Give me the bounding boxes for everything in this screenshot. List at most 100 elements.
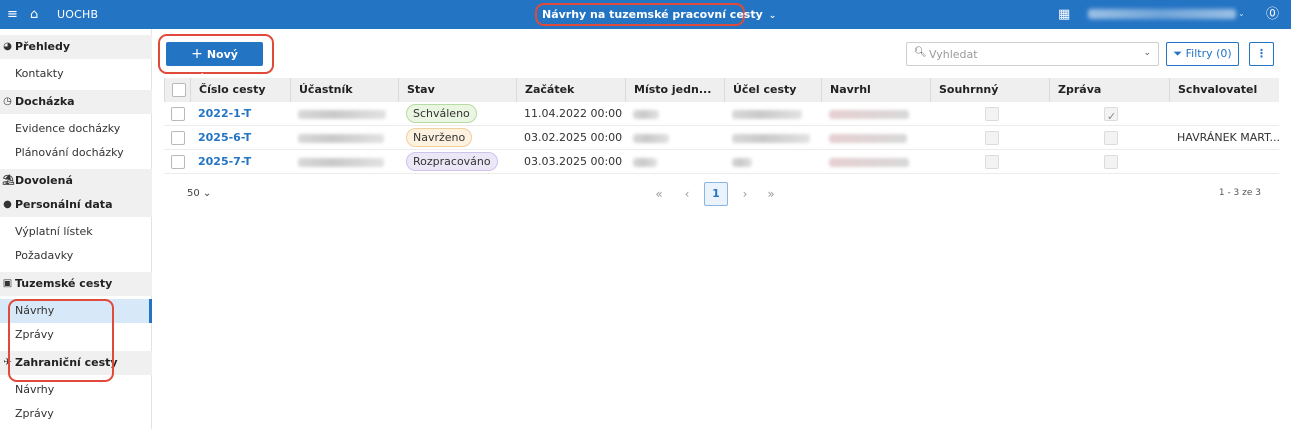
hamburger-icon[interactable]: ≡ [7, 7, 18, 22]
sidebar-section-tuzemske-cesty[interactable]: ▣ Tuzemské cesty [0, 272, 152, 296]
chevron-down-icon: ⌄ [202, 188, 212, 199]
column-header-ucastnik[interactable]: Účastník [290, 78, 398, 102]
page-size-select[interactable]: 50 ⌄ [187, 188, 211, 199]
app-name[interactable]: UOCHB [57, 8, 98, 21]
column-header-cislo-cesty[interactable]: Číslo cesty [190, 78, 290, 102]
more-options-button[interactable]: ⋮ [1249, 42, 1274, 66]
pagination: 50 ⌄ « ‹ 1 › » 1 - 3 ze 3 [164, 180, 1279, 208]
pie-chart-icon: ◕ [3, 41, 12, 52]
status-badge: Schváleno [406, 104, 477, 123]
sidebar-section-dovolena[interactable]: ⛱ Dovolená [0, 169, 152, 193]
clock-icon: ◷ [3, 96, 12, 107]
row-checkbox[interactable] [171, 107, 185, 121]
status-badge: Navrženo [406, 128, 473, 147]
sidebar-item-pozadavky[interactable]: Požadavky [0, 244, 152, 268]
sidebar-section-zahranicni-cesty[interactable]: ✈ Zahraniční cesty [0, 351, 152, 375]
summary-checkbox [985, 131, 999, 145]
sidebar-item-zahranicni-navrhy[interactable]: Návrhy [0, 378, 152, 402]
redacted-text [633, 109, 659, 119]
redacted-text [633, 133, 669, 143]
column-header-ucel-cesty[interactable]: Účel cesty [724, 78, 821, 102]
sidebar-item-evidence-dochazky[interactable]: Evidence docházky [0, 117, 152, 141]
column-header-schvalovatel[interactable]: Schvalovatel [1169, 78, 1279, 102]
place-redacted [625, 150, 724, 174]
chevron-down-icon[interactable]: ⌄ [1238, 9, 1245, 18]
report-cell: ✓ [1049, 102, 1169, 126]
filter-button[interactable]: ⏷ Filtry (0) [1166, 42, 1239, 66]
plus-icon: + [191, 46, 203, 62]
chevron-down-icon[interactable]: ⌄ [1143, 48, 1151, 58]
report-checkbox: ✓ [1104, 107, 1118, 123]
proposer-redacted [821, 102, 930, 126]
report-checkbox [1104, 155, 1118, 169]
first-page-icon[interactable]: « [647, 182, 671, 206]
approver: HAVRÁNEK MART... [1177, 131, 1279, 144]
search-input[interactable] [929, 43, 1129, 65]
place-redacted [625, 126, 724, 150]
pagination-info: 1 - 3 ze 3 [1218, 188, 1261, 198]
redacted-text [829, 157, 909, 167]
column-header-zprava[interactable]: Zpráva [1049, 78, 1169, 102]
table-header-row: Číslo cesty Účastník Stav Začátek Místo … [164, 78, 1279, 102]
row-checkbox[interactable] [171, 155, 185, 169]
table-row[interactable]: 2025-6-T Navrženo 03.02.2025 00:00 HAVRÁ… [164, 126, 1279, 150]
column-header-navrhl[interactable]: Navrhl [821, 78, 930, 102]
column-header-zacatek[interactable]: Začátek [516, 78, 625, 102]
redacted-text [298, 157, 384, 167]
new-record-button[interactable]: +Nový záznam [166, 42, 263, 85]
row-select-cell [164, 102, 190, 126]
chevron-down-icon: ⌄ [768, 11, 777, 21]
page-button-current[interactable]: 1 [704, 182, 728, 206]
sidebar-item-tuzemske-navrhy[interactable]: Návrhy [0, 299, 152, 323]
participant-redacted [290, 102, 398, 126]
proposer-redacted [821, 126, 930, 150]
sidebar-section-prehledy[interactable]: ◕ Přehledy [0, 35, 152, 59]
airplane-icon: ✈ [3, 357, 12, 368]
top-bar: ≡ ⌂ UOCHB Návrhy na tuzemské pracovní ce… [0, 0, 1291, 29]
page-selector[interactable]: Návrhy na tuzemské pracovní cesty ⌄ [535, 3, 776, 26]
filter-icon: ⏷ [1173, 47, 1183, 60]
sidebar: ◕ Přehledy Kontakty ◷ Docházka Evidence do… [0, 29, 152, 429]
report-cell [1049, 150, 1169, 174]
user-name-redacted[interactable] [1088, 9, 1236, 19]
column-header-stav[interactable]: Stav [398, 78, 516, 102]
row-select-cell [164, 150, 190, 174]
table-row[interactable]: 2022-1-T Schváleno 11.04.2022 00:00 ✓ [164, 102, 1279, 126]
redacted-text [732, 133, 810, 143]
page-selector-label: Návrhy na tuzemské pracovní cesty [542, 8, 763, 21]
sidebar-item-kontakty[interactable]: Kontakty [0, 62, 152, 86]
sidebar-item-zahranicni-zpravy[interactable]: Zprávy [0, 402, 152, 426]
sidebar-section-personalni-data[interactable]: ● Personální data [0, 193, 152, 217]
next-page-icon[interactable]: › [733, 182, 757, 206]
prev-page-icon[interactable]: ‹ [675, 182, 699, 206]
participant-redacted [290, 126, 398, 150]
grid-icon[interactable]: ▦ [1058, 7, 1070, 22]
home-icon[interactable]: ⌂ [30, 7, 38, 22]
select-all-cell [164, 78, 190, 102]
sidebar-item-vyplatni-listek[interactable]: Výplatní lístek [0, 220, 152, 244]
start-date: 03.03.2025 00:00 [524, 155, 623, 168]
trip-number-link[interactable]: 2022-1-T [190, 102, 290, 126]
check-icon: ✓ [1107, 110, 1117, 123]
status-cell: Navrženo [398, 126, 516, 150]
beach-umbrella-icon: ⛱ [2, 175, 15, 186]
redacted-text [298, 133, 384, 143]
row-checkbox[interactable] [171, 131, 185, 145]
help-icon[interactable]: ⓪ [1266, 7, 1279, 22]
redacted-text [732, 109, 802, 119]
table-row[interactable]: 2025-7-T Rozpracováno 03.03.2025 00:00 [164, 150, 1279, 174]
person-icon: ● [3, 199, 12, 210]
row-select-cell [164, 126, 190, 150]
sidebar-item-tuzemske-zpravy[interactable]: Zprávy [0, 323, 152, 347]
trip-number-link[interactable]: 2025-6-T [190, 126, 290, 150]
sidebar-item-planovani-dochazky[interactable]: Plánování docházky [0, 141, 152, 165]
column-header-misto-jednani[interactable]: Místo jedn... [625, 78, 724, 102]
redacted-text [829, 133, 907, 143]
search-box[interactable]: 🔍︎ ⌄ [906, 42, 1159, 66]
last-page-icon[interactable]: » [759, 182, 783, 206]
status-badge: Rozpracováno [406, 152, 498, 171]
column-header-souhrnny[interactable]: Souhrnný [930, 78, 1049, 102]
trip-number-link[interactable]: 2025-7-T [190, 150, 290, 174]
select-all-checkbox[interactable] [172, 83, 186, 97]
sidebar-section-dochazka[interactable]: ◷ Docházka [0, 90, 152, 114]
